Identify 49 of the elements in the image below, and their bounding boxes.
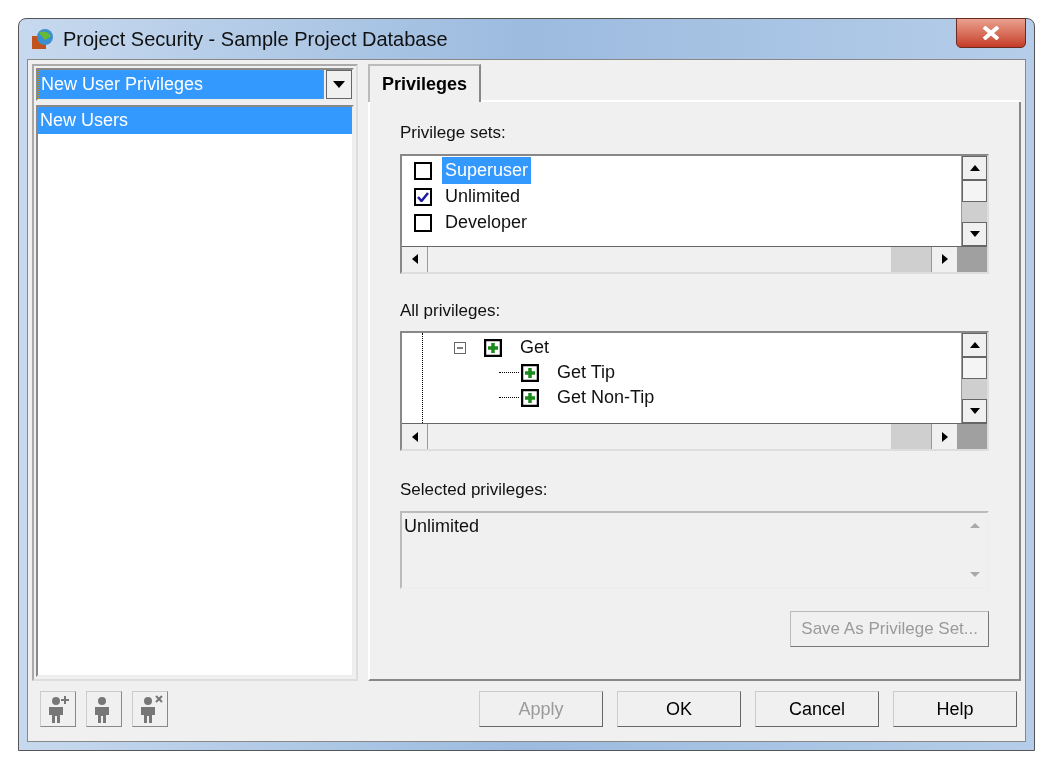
scroll-track [962, 201, 987, 222]
window-title: Project Security - Sample Project Database [63, 27, 448, 52]
vertical-scrollbar[interactable] [961, 333, 987, 423]
dialog-button[interactable]: Cancel [755, 691, 879, 727]
up-arrow-icon [969, 164, 980, 171]
add-user-button[interactable] [40, 691, 76, 727]
selected-privileges-field[interactable]: Unlimited [400, 510, 989, 589]
right-arrow-icon [941, 254, 948, 264]
up-arrow-icon [970, 522, 980, 528]
dropdown-arrow-icon[interactable] [333, 81, 345, 88]
list-item[interactable]: Unlimited [442, 183, 524, 210]
scroll-corner [957, 246, 987, 272]
user-button[interactable] [86, 691, 122, 727]
close-button[interactable] [956, 18, 1026, 48]
right-arrow-icon [941, 431, 948, 442]
horizontal-scrollbar[interactable] [402, 245, 987, 272]
tree-item[interactable]: Get Non-Tip [557, 384, 655, 411]
dialog-button[interactable]: Help [893, 691, 1017, 727]
collapse-icon[interactable] [454, 341, 466, 354]
scroll-track [962, 379, 987, 399]
up-arrow-icon [969, 342, 980, 348]
checkbox[interactable] [414, 161, 432, 180]
list-item[interactable]: Developer [442, 209, 531, 236]
scroll-thumb[interactable] [962, 179, 987, 202]
app-icon [31, 28, 55, 50]
section-label: Selected privileges: [400, 479, 549, 501]
horizontal-scrollbar[interactable] [402, 423, 987, 449]
checkbox[interactable] [414, 213, 432, 232]
section-label: All privileges: [400, 299, 502, 322]
down-arrow-icon [970, 571, 980, 577]
plus-icon [521, 363, 539, 382]
down-arrow-icon [969, 408, 980, 414]
plus-icon [484, 338, 502, 357]
scroll-corner [957, 424, 987, 449]
remove-user-button[interactable] [132, 691, 168, 727]
checkbox[interactable] [414, 187, 432, 206]
check-icon [417, 191, 429, 202]
tab[interactable]: Privileges [368, 64, 482, 102]
down-arrow-icon [969, 230, 980, 237]
left-arrow-icon [411, 431, 418, 442]
section-label: Privilege sets: [400, 122, 507, 144]
tree-item[interactable]: Get [520, 334, 549, 361]
left-arrow-icon [411, 254, 418, 264]
close-icon [982, 26, 1000, 40]
scroll-thumb[interactable] [962, 357, 987, 379]
plus-icon [521, 388, 539, 407]
dialog-button[interactable]: OK [617, 691, 741, 727]
vertical-scrollbar[interactable] [961, 155, 987, 246]
tree-item[interactable]: Get Tip [557, 359, 616, 386]
